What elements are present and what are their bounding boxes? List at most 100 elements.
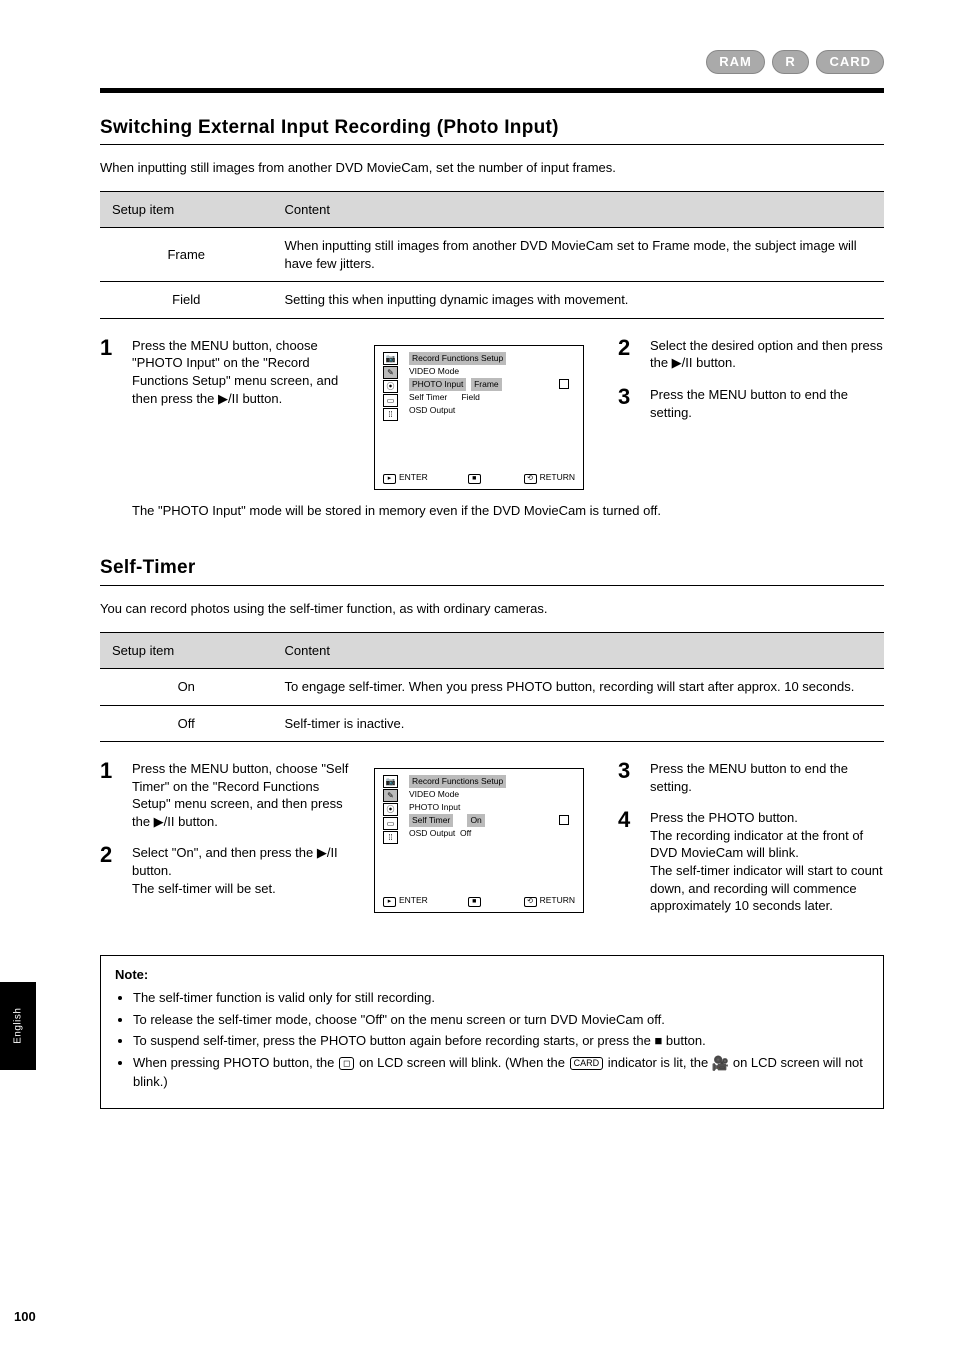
note-item: To suspend self-timer, press the PHOTO b… [133, 1032, 869, 1050]
screen-title: Record Functions Setup [409, 352, 506, 365]
badge-r: R [772, 50, 808, 74]
screen-line: VIDEO Mode [409, 789, 459, 799]
return-icon: ⟲ [524, 897, 537, 907]
screen-label: RETURN [540, 472, 575, 482]
step-number: 3 [618, 760, 640, 795]
table-header: Content [272, 632, 884, 669]
table-cell: Setting this when inputting dynamic imag… [272, 282, 884, 319]
page-number: 100 [14, 1308, 36, 1326]
menu-icon: 📷 [383, 352, 398, 365]
options-table: Setup item Content On To engage self-tim… [100, 632, 884, 743]
note-text: indicator is lit, the [604, 1055, 712, 1070]
step-number: 1 [100, 760, 122, 830]
step-text-inner: The recording indicator at the front of … [650, 828, 863, 861]
menu-icon: ▭ [383, 817, 398, 830]
step-text: Press the MENU button to end the setting… [650, 760, 884, 795]
badge-card: CARD [816, 50, 884, 74]
section-title: Switching External Input Recording (Phot… [100, 115, 884, 141]
play-icon: ▸ [383, 474, 396, 484]
screen-label: RETURN [540, 895, 575, 905]
step-text-inner: Press the PHOTO button. [650, 810, 798, 825]
divider [100, 585, 884, 586]
table-cell: Field [100, 282, 272, 319]
step-text-inner: The self-timer will be set. [132, 881, 276, 896]
options-table: Setup item Content Frame When inputting … [100, 191, 884, 319]
menu-icon: ▭ [383, 394, 398, 407]
screen-line: OSD Output [409, 828, 455, 838]
step-number: 2 [100, 844, 122, 897]
screen-line: PHOTO Input [409, 378, 466, 391]
menu-screenshot: 📷 ✎ ⦿ ▭ ⁞⁞ Record Functions Setup VIDEO … [374, 768, 584, 913]
step-text: Press the MENU button, choose "PHOTO Inp… [132, 337, 350, 407]
screen-line: OSD Output [409, 405, 455, 415]
stop-icon: ■ [468, 474, 481, 484]
screen-value: Frame [471, 378, 502, 391]
table-cell: On [100, 669, 272, 706]
menu-icon: 📷 [383, 775, 398, 788]
timer-icon: ◻ [339, 1057, 354, 1070]
step-text-inner: The self-timer indicator will start to c… [650, 863, 883, 913]
scroll-indicator-icon [559, 815, 569, 825]
screen-label: ENTER [399, 895, 428, 905]
note-heading: Note: [115, 966, 869, 984]
screen-value: Field [461, 392, 479, 402]
table-header: Content [272, 191, 884, 228]
step-text: Press the MENU button, choose "Self Time… [132, 760, 350, 830]
step-text: Press the PHOTO button. The recording in… [650, 809, 884, 914]
screen-line: Self Timer [409, 392, 447, 402]
divider [100, 88, 884, 93]
menu-icon: ⁞⁞ [383, 408, 398, 421]
screen-line: Self Timer [409, 814, 453, 827]
menu-icon: ⁞⁞ [383, 831, 398, 844]
screen-value: Off [460, 828, 471, 838]
table-cell: Self-timer is inactive. [272, 705, 884, 742]
note-text: on LCD screen will blink. (When the [355, 1055, 568, 1070]
stop-icon: ■ [468, 897, 481, 907]
menu-icon: ✎ [383, 366, 398, 379]
footnote-text: The "PHOTO Input" mode will be stored in… [132, 502, 884, 520]
lead-text: When inputting still images from another… [100, 159, 884, 177]
scroll-indicator-icon [559, 379, 569, 389]
camera-icon: 🎥 [712, 1055, 729, 1071]
section-photo-input: Switching External Input Recording (Phot… [100, 115, 884, 520]
table-cell: To engage self-timer. When you press PHO… [272, 669, 884, 706]
table-header: Setup item [100, 191, 272, 228]
return-icon: ⟲ [524, 474, 537, 484]
menu-icon: ⦿ [383, 803, 398, 816]
screen-line: VIDEO Mode [409, 366, 459, 376]
step-text: Select "On", and then press the ▶/II but… [132, 844, 350, 897]
note-item: The self-timer function is valid only fo… [133, 989, 869, 1007]
note-item: To release the self-timer mode, choose "… [133, 1011, 869, 1029]
step-text-inner: Select "On", and then press the ▶/II but… [132, 845, 338, 878]
step-text: Select the desired option and then press… [650, 337, 884, 372]
table-cell: When inputting still images from another… [272, 228, 884, 282]
screen-label: ENTER [399, 472, 428, 482]
menu-icon: ⦿ [383, 380, 398, 393]
divider [100, 144, 884, 145]
step-number: 4 [618, 809, 640, 914]
step-number: 3 [618, 386, 640, 421]
step-number: 1 [100, 337, 122, 407]
section-self-timer: Self-Timer You can record photos using t… [100, 555, 884, 1109]
language-tab: English [0, 982, 36, 1070]
media-badges: RAM R CARD [100, 50, 884, 74]
step-text: Press the MENU button to end the setting… [650, 386, 884, 421]
language-label: English [11, 1008, 25, 1044]
card-icon: CARD [570, 1057, 604, 1070]
badge-ram: RAM [706, 50, 765, 74]
table-header: Setup item [100, 632, 272, 669]
menu-icon: ✎ [383, 789, 398, 802]
step-number: 2 [618, 337, 640, 372]
table-cell: Off [100, 705, 272, 742]
screen-title: Record Functions Setup [409, 775, 506, 788]
section-title: Self-Timer [100, 555, 884, 581]
lead-text: You can record photos using the self-tim… [100, 600, 884, 618]
note-item: When pressing PHOTO button, the ◻ on LCD… [133, 1054, 869, 1091]
screen-value: On [467, 814, 484, 827]
menu-screenshot: 📷 ✎ ⦿ ▭ ⁞⁞ Record Functions Setup VIDEO … [374, 345, 584, 490]
screen-line: PHOTO Input [409, 802, 460, 812]
table-cell: Frame [100, 228, 272, 282]
note-text: When pressing PHOTO button, the [133, 1055, 338, 1070]
note-box: Note: The self-timer function is valid o… [100, 955, 884, 1110]
play-icon: ▸ [383, 897, 396, 907]
